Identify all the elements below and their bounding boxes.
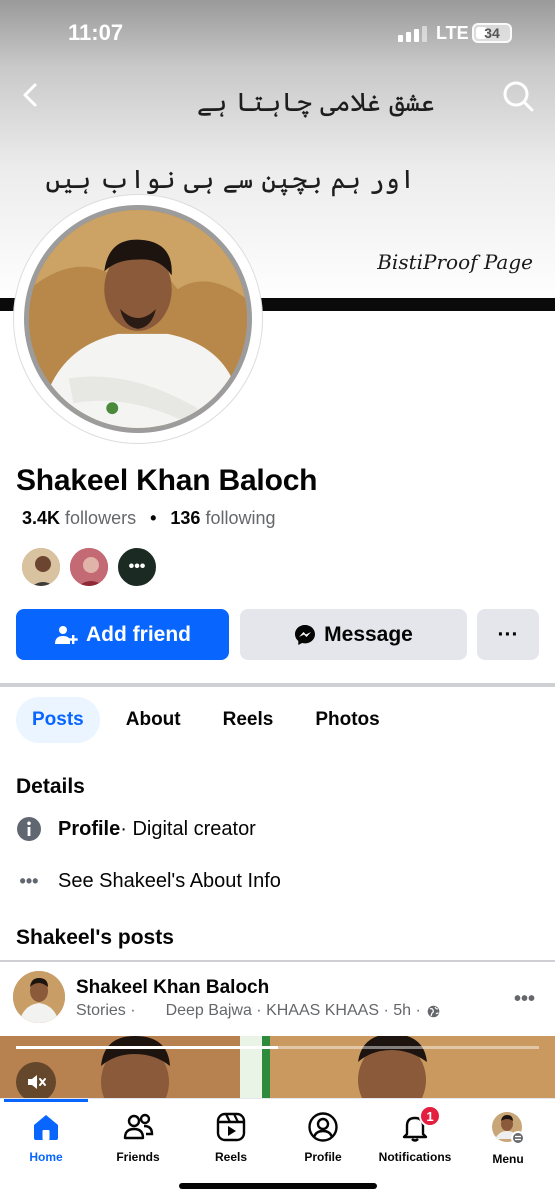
more-options-button[interactable]: ··· bbox=[477, 609, 539, 660]
nav-notifications-label: Notifications bbox=[378, 1150, 452, 1164]
search-icon bbox=[503, 81, 534, 112]
post-source: Stories · bbox=[76, 1002, 136, 1019]
followers-count: 3.4K bbox=[22, 508, 61, 528]
nav-home[interactable]: Home bbox=[0, 1111, 92, 1164]
see-about-row[interactable]: ••• See Shakeel's About Info bbox=[16, 868, 281, 894]
friends-icon bbox=[123, 1113, 154, 1140]
add-friend-button[interactable]: Add friend bbox=[16, 609, 229, 660]
home-indicator bbox=[179, 1183, 377, 1189]
nav-friends[interactable]: Friends bbox=[92, 1111, 184, 1164]
tab-reels[interactable]: Reels bbox=[207, 697, 290, 743]
nav-home-label: Home bbox=[29, 1150, 63, 1164]
followers-link[interactable]: 3.4K followers bbox=[22, 508, 136, 529]
nav-reels-label: Reels bbox=[214, 1150, 248, 1164]
mute-button[interactable] bbox=[16, 1062, 56, 1102]
battery-icon: 34 bbox=[472, 23, 512, 43]
nav-menu[interactable]: Menu bbox=[462, 1111, 554, 1166]
separator-dot: • bbox=[150, 508, 157, 528]
status-bar: 11:07 LTE 34 bbox=[0, 0, 555, 66]
post-author-avatar[interactable] bbox=[13, 971, 65, 1023]
posts-heading: Shakeel's posts bbox=[16, 926, 174, 949]
avatar bbox=[24, 205, 252, 433]
nav-reels[interactable]: Reels bbox=[185, 1111, 277, 1164]
more-mutuals-icon: ••• bbox=[116, 546, 158, 588]
tab-photos[interactable]: Photos bbox=[299, 697, 395, 743]
story-progress-fill bbox=[16, 1046, 278, 1049]
back-button[interactable] bbox=[14, 78, 48, 112]
following-link[interactable]: 136 following bbox=[170, 508, 275, 529]
network-type: LTE bbox=[436, 23, 469, 43]
info-icon bbox=[16, 816, 42, 842]
notification-badge: 1 bbox=[419, 1105, 441, 1127]
mutual-avatar bbox=[68, 546, 110, 588]
chevron-left-icon bbox=[23, 83, 37, 107]
battery-percent: 34 bbox=[484, 25, 500, 41]
see-about-label: See Shakeel's About Info bbox=[58, 869, 281, 892]
post-author-name[interactable]: Shakeel Khan Baloch bbox=[76, 977, 269, 999]
profile-detail-row: Profile · Digital creator bbox=[16, 816, 256, 842]
mutual-avatar bbox=[20, 546, 62, 588]
home-icon bbox=[34, 1115, 58, 1140]
tab-about[interactable]: About bbox=[110, 697, 197, 743]
cover-watermark: BistiProof Page bbox=[377, 250, 533, 274]
post-options-button[interactable]: ••• bbox=[514, 988, 535, 1011]
search-button[interactable] bbox=[500, 78, 536, 114]
nav-friends-label: Friends bbox=[116, 1150, 160, 1164]
more-dots-icon: ··· bbox=[497, 622, 519, 646]
reels-icon bbox=[216, 1112, 246, 1142]
mutual-friends[interactable]: ••• bbox=[20, 546, 158, 588]
ellipsis-icon: ••• bbox=[19, 870, 39, 891]
add-friend-label: Add friend bbox=[86, 622, 191, 646]
details-heading: Details bbox=[16, 775, 85, 798]
nav-notifications[interactable]: 1 Notifications bbox=[369, 1105, 461, 1164]
profile-name: Shakeel Khan Baloch bbox=[16, 464, 318, 497]
message-label: Message bbox=[324, 622, 413, 646]
section-divider bbox=[0, 683, 555, 687]
post-music-info: Deep Bajwa · KHAAS KHAAS · 5h · bbox=[165, 1002, 421, 1019]
profile-picture[interactable] bbox=[14, 195, 262, 443]
speaker-muted-icon bbox=[28, 1075, 46, 1089]
profile-icon bbox=[308, 1112, 338, 1142]
status-time: 11:07 bbox=[68, 20, 124, 45]
profile-tabs: Posts About Reels Photos bbox=[16, 697, 406, 743]
globe-icon bbox=[427, 1005, 440, 1017]
active-tab-indicator bbox=[4, 1099, 88, 1102]
post-meta: Stories · Deep Bajwa · KHAAS KHAAS · 5h … bbox=[76, 1002, 440, 1020]
follow-stats: 3.4K followers • 136 following bbox=[22, 508, 276, 529]
message-button[interactable]: Message bbox=[240, 609, 467, 660]
add-person-icon bbox=[55, 625, 78, 644]
messenger-icon bbox=[295, 624, 316, 645]
followers-label: followers bbox=[65, 508, 137, 528]
post-divider bbox=[0, 960, 555, 962]
following-label: following bbox=[205, 508, 276, 528]
cover-urdu-line-2: اور ہم بچپن سے ہی نواب ہیں bbox=[45, 165, 415, 195]
menu-avatar-icon bbox=[492, 1112, 525, 1145]
profile-detail-value: · Digital creator bbox=[120, 817, 256, 840]
nav-profile-label: Profile bbox=[304, 1150, 342, 1164]
avatar-photo bbox=[29, 210, 247, 428]
cover-urdu-line-1: عشق غلامی چاہتا ہے bbox=[196, 88, 435, 118]
nav-menu-label: Menu bbox=[492, 1152, 524, 1166]
profile-detail-label: Profile bbox=[58, 817, 121, 840]
signal-icon bbox=[398, 26, 427, 42]
nav-profile[interactable]: Profile bbox=[277, 1111, 369, 1164]
tab-posts[interactable]: Posts bbox=[16, 697, 100, 743]
following-count: 136 bbox=[170, 508, 201, 528]
